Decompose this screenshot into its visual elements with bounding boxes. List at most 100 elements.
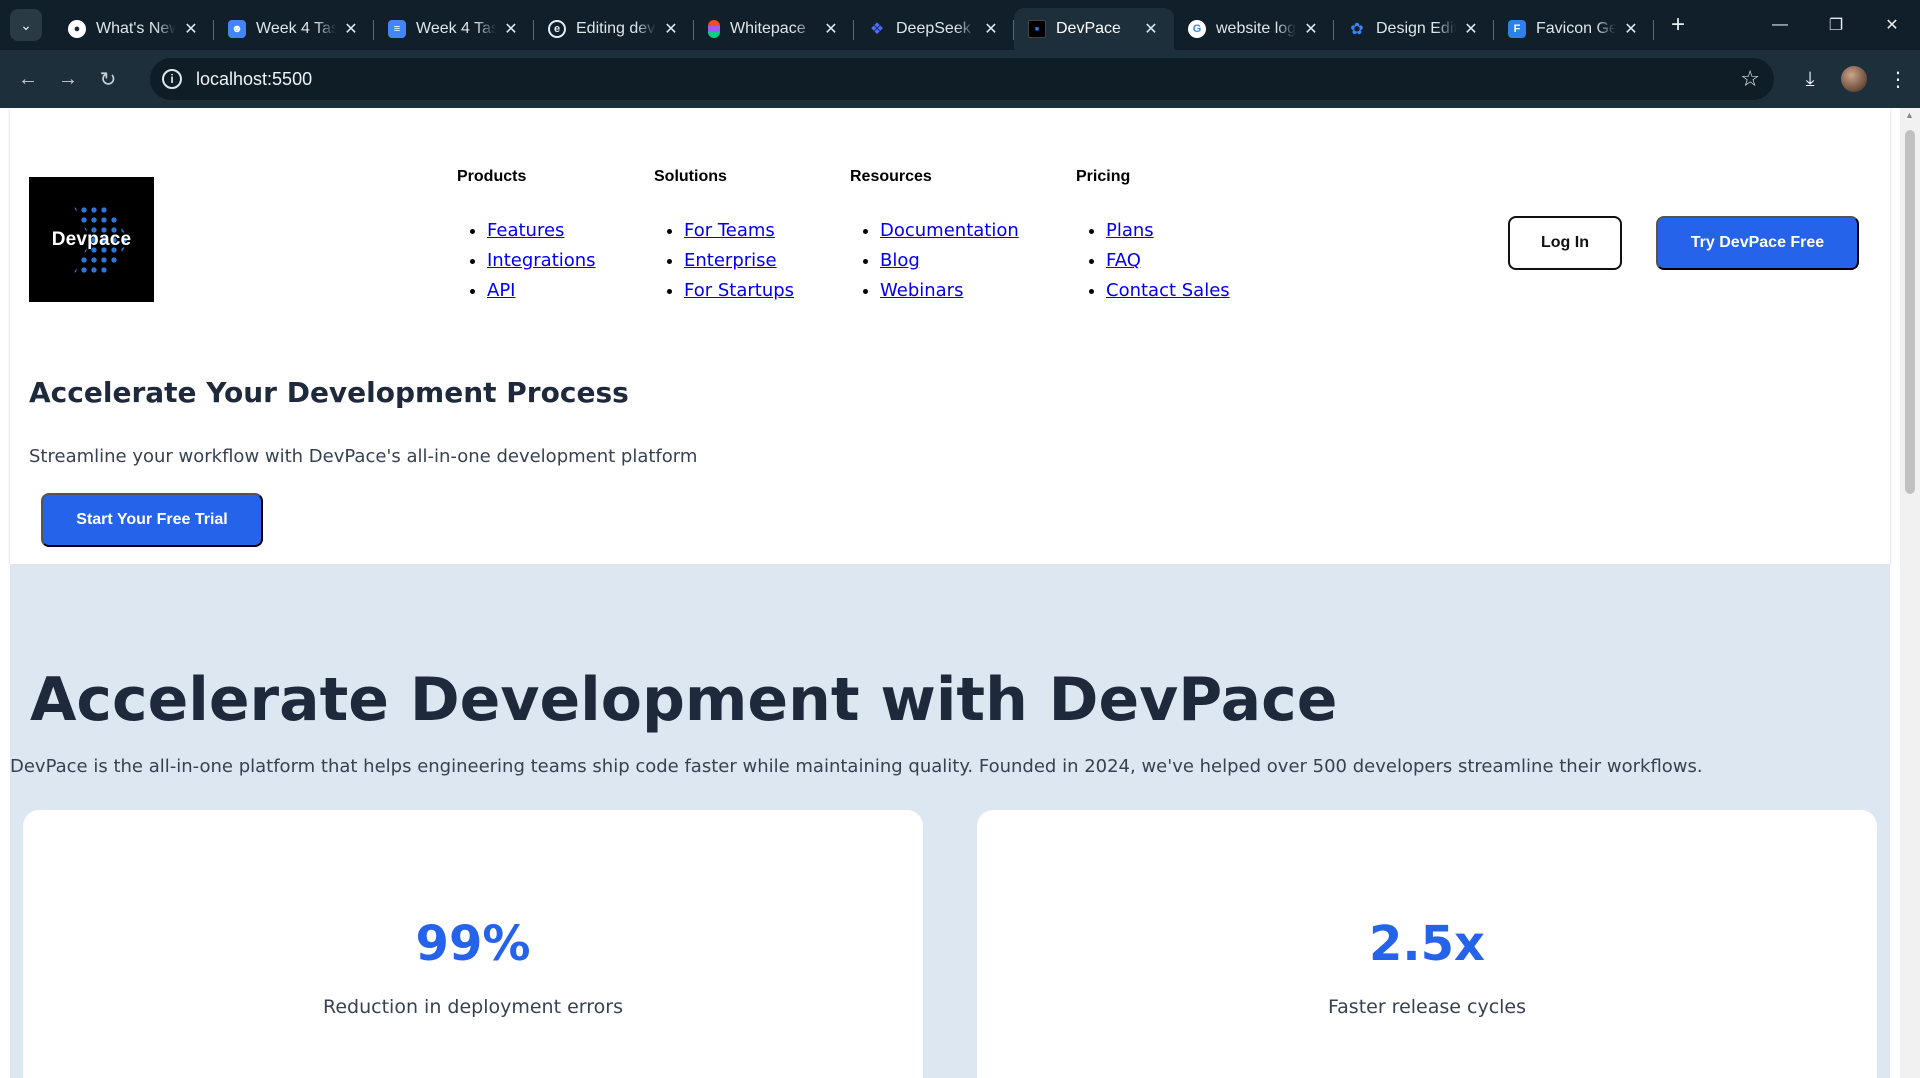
nav-link-contact-sales[interactable]: Contact Sales — [1106, 280, 1230, 301]
nav-link-plans[interactable]: Plans — [1106, 220, 1154, 241]
minimize-button[interactable]: — — [1752, 0, 1808, 50]
browser-tab[interactable]: F Favicon Generator ✕ — [1494, 8, 1654, 50]
nav-link-features[interactable]: Features — [487, 220, 564, 241]
scrollbar-thumb[interactable] — [1905, 130, 1915, 494]
close-icon[interactable]: ✕ — [822, 19, 840, 39]
stat-card: 2.5x Faster release cycles — [977, 810, 1877, 1078]
stat-label: Faster release cycles — [1327, 996, 1527, 1018]
restore-icon: ❐ — [1828, 17, 1844, 34]
nav-column-solutions: Solutions For Teams Enterprise For Start… — [654, 168, 794, 306]
stat-value: 99% — [415, 916, 531, 972]
stat-value: 2.5x — [1369, 916, 1485, 972]
browser-tab-bar: ⌄ ● What's New ✕ ☻ Week 4 Task ✕ ≡ Week … — [0, 0, 1920, 50]
nav-heading: Pricing — [1076, 168, 1131, 185]
browser-tab[interactable]: ● What's New ✕ — [54, 8, 214, 50]
nav-link-documentation[interactable]: Documentation — [880, 220, 1019, 241]
info-icon[interactable]: i — [162, 69, 182, 89]
browser-tab[interactable]: ≡ Week 4 Task ✕ — [374, 8, 534, 50]
browser-tab[interactable]: ✿ Design Editor ✕ — [1334, 8, 1494, 50]
nav-link-api[interactable]: API — [487, 280, 515, 301]
close-icon[interactable]: ✕ — [982, 19, 1000, 39]
nav-link-webinars[interactable]: Webinars — [880, 280, 963, 301]
tab-title: What's New — [96, 20, 176, 37]
design-editor-icon: ✿ — [1350, 21, 1364, 38]
reload-button[interactable]: ↻ — [88, 59, 128, 99]
browser-tab[interactable]: ❖ DeepSeek ✕ — [854, 8, 1014, 50]
minimize-icon: — — [1772, 16, 1788, 33]
tab-title: website logo — [1216, 20, 1296, 37]
favicon-generator-icon: F — [1508, 20, 1526, 38]
browser-tab[interactable]: ☻ Week 4 Task ✕ — [214, 8, 374, 50]
close-icon[interactable]: ✕ — [342, 19, 360, 39]
about-section: Accelerate Development with DevPace DevP… — [10, 565, 1890, 1078]
browser-tab[interactable]: e Editing dev ✕ — [534, 8, 694, 50]
url-text[interactable]: localhost:5500 — [196, 69, 312, 90]
about-description: DevPace is the all-in-one platform that … — [10, 756, 1703, 777]
nav-heading: Resources — [850, 168, 932, 185]
login-button[interactable]: Log In — [1508, 216, 1622, 270]
tab-title: Week 4 Task — [256, 20, 336, 37]
tab-strip: ● What's New ✕ ☻ Week 4 Task ✕ ≡ Week 4 … — [54, 0, 1694, 50]
reload-icon: ↻ — [99, 68, 117, 91]
nav-link-blog[interactable]: Blog — [880, 250, 920, 271]
nav-link-faq[interactable]: FAQ — [1106, 250, 1141, 271]
download-button[interactable]: ⤓ — [1788, 68, 1832, 91]
nav-heading: Solutions — [654, 168, 727, 185]
docs-icon: ≡ — [388, 20, 406, 38]
back-button[interactable]: ← — [8, 59, 48, 99]
tab-title: DeepSeek — [896, 20, 971, 37]
chevron-down-icon: ⌄ — [20, 16, 32, 33]
tab-search-button[interactable]: ⌄ — [10, 9, 42, 41]
arrow-left-icon: ← — [18, 67, 38, 90]
nav-link-for-teams[interactable]: For Teams — [684, 220, 775, 241]
new-tab-button[interactable]: + — [1662, 9, 1694, 41]
close-icon[interactable]: ✕ — [1142, 19, 1160, 39]
forward-button[interactable]: → — [48, 59, 88, 99]
about-title: Accelerate Development with DevPace — [30, 665, 1338, 735]
tab-title: Editing dev — [576, 20, 656, 37]
devpace-logo[interactable]: Devpace — [29, 177, 154, 302]
browser-tab[interactable]: G website logo ✕ — [1174, 8, 1334, 50]
restore-button[interactable]: ❐ — [1808, 0, 1864, 50]
nav-link-for-startups[interactable]: For Startups — [684, 280, 794, 301]
more-vertical-icon: ⋮ — [1888, 68, 1908, 91]
google-icon: G — [1188, 20, 1206, 38]
start-free-trial-button[interactable]: Start Your Free Trial — [41, 493, 263, 547]
profile-button[interactable] — [1832, 66, 1876, 92]
hero-title: Accelerate Your Development Process — [29, 376, 629, 409]
hero-subtitle: Streamline your workflow with DevPace's … — [29, 446, 698, 467]
close-icon[interactable]: ✕ — [1462, 19, 1480, 39]
close-icon[interactable]: ✕ — [502, 19, 520, 39]
close-icon[interactable]: ✕ — [662, 19, 680, 39]
menu-button[interactable]: ⋮ — [1876, 67, 1920, 92]
page-scrollbar[interactable]: ▲ — [1900, 108, 1920, 1078]
nav-heading: Products — [457, 168, 527, 185]
close-icon[interactable]: ✕ — [1622, 19, 1640, 39]
window-controls: — ❐ ✕ — [1752, 0, 1920, 50]
nav-link-enterprise[interactable]: Enterprise — [684, 250, 777, 271]
deepseek-icon: ❖ — [869, 21, 885, 38]
site-header: Devpace Products Features Integrations A… — [10, 108, 1890, 564]
close-icon[interactable]: ✕ — [1302, 19, 1320, 39]
browser-tab[interactable]: Whitepace ✕ — [694, 8, 854, 50]
stat-label: Reduction in deployment errors — [323, 996, 623, 1018]
address-bar[interactable]: i localhost:5500 ☆ — [150, 58, 1774, 100]
download-icon: ⤓ — [1805, 67, 1815, 90]
tab-title: Favicon Generator — [1536, 20, 1616, 37]
contacts-icon: ☻ — [228, 20, 246, 38]
browser-tab-active[interactable]: ■ DevPace ✕ — [1014, 8, 1174, 50]
scroll-up-icon[interactable]: ▲ — [1905, 110, 1914, 120]
avatar — [1841, 66, 1867, 92]
toolbar-actions: ⤓ ⋮ — [1788, 50, 1920, 108]
star-icon[interactable]: ☆ — [1740, 66, 1760, 92]
logo-text: Devpace — [51, 228, 132, 250]
close-icon: ✕ — [1885, 17, 1899, 34]
close-window-button[interactable]: ✕ — [1864, 0, 1920, 50]
close-icon[interactable]: ✕ — [182, 19, 200, 39]
nav-column-products: Products Features Integrations API — [457, 168, 596, 306]
tab-title: Design Editor — [1376, 20, 1456, 37]
try-free-button[interactable]: Try DevPace Free — [1656, 216, 1859, 270]
tab-title: Whitepace — [730, 20, 806, 37]
nav-link-integrations[interactable]: Integrations — [487, 250, 596, 271]
github-icon: ● — [68, 20, 86, 38]
